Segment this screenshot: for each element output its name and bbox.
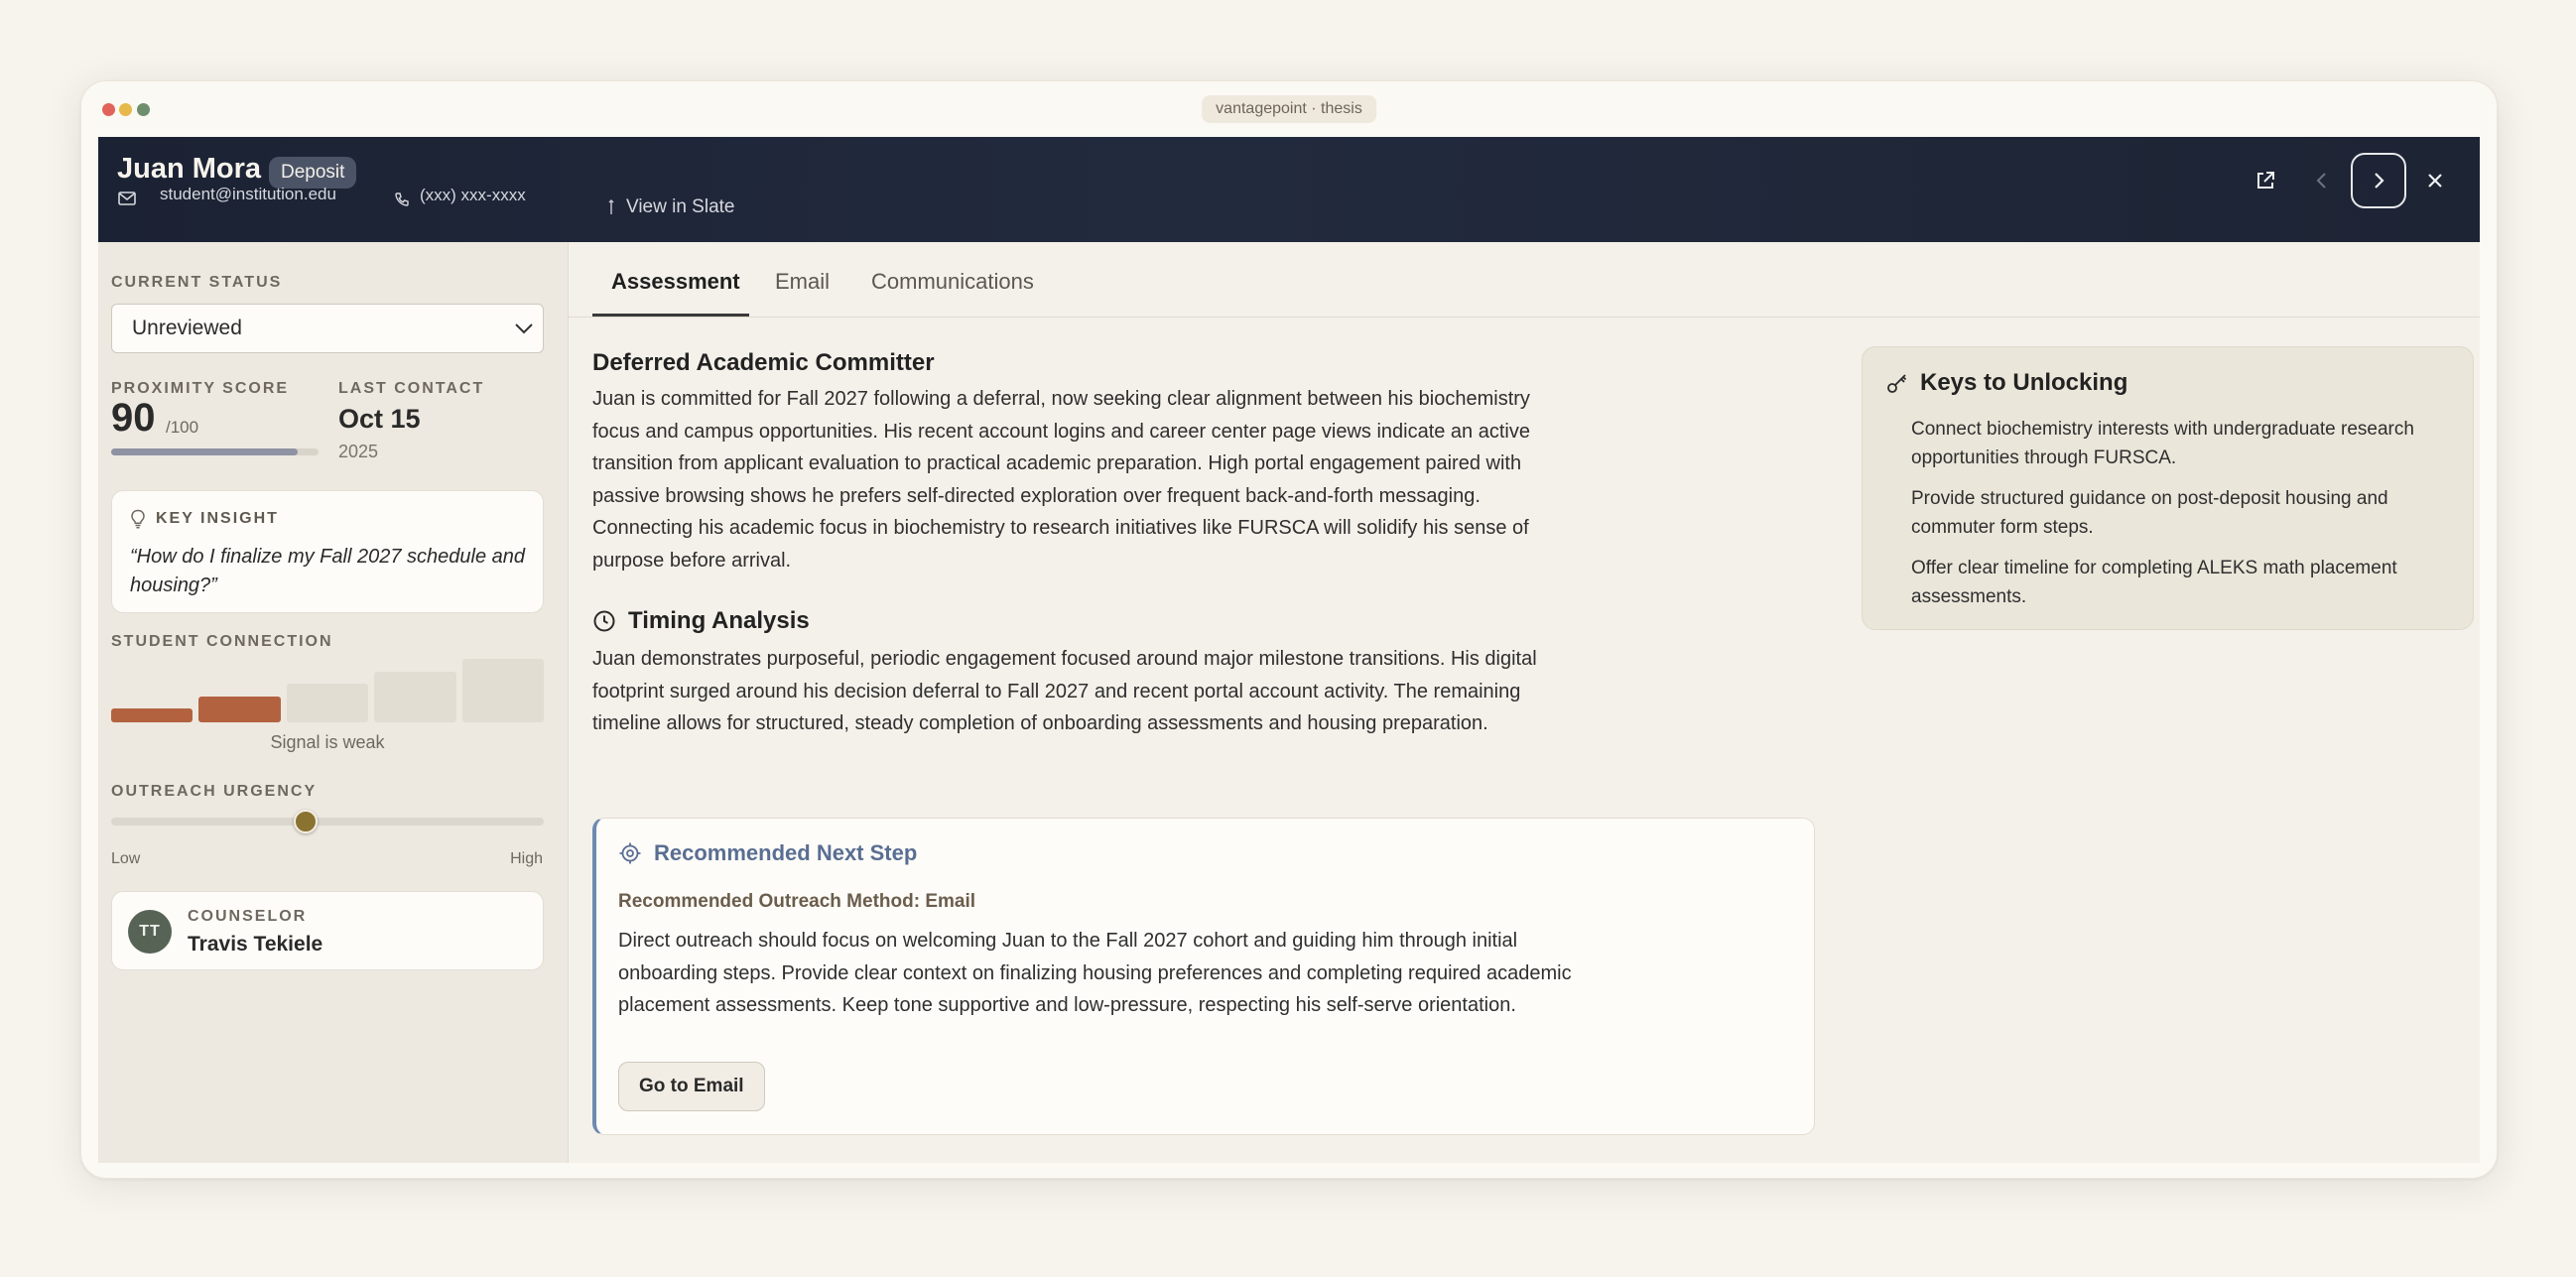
key-insight-quote: “How do I finalize my Fall 2027 schedule… <box>130 546 525 596</box>
outreach-urgency-thumb[interactable] <box>294 810 319 833</box>
active-tab-indicator <box>592 314 749 317</box>
tab-bar: Assessment Email Communications <box>569 242 2480 318</box>
key-icon <box>1887 374 1907 393</box>
main-content: Assessment Email Communications Deferred… <box>569 242 2480 1163</box>
keys-to-unlocking-card: Keys to Unlocking Connect biochemistry i… <box>1862 346 2474 630</box>
recommended-next-step-header: Recommended Next Step <box>618 840 917 866</box>
mail-icon <box>118 192 136 205</box>
connection-bar-4 <box>374 671 456 722</box>
urgency-high-label: High <box>510 850 543 867</box>
counselor-label: COUNSELOR <box>188 908 308 925</box>
recommended-outreach-method: Recommended Outreach Method: Email <box>618 891 976 912</box>
profile-title: Deferred Academic Committer <box>592 349 935 377</box>
key-insight-label: KEY INSIGHT <box>156 510 279 527</box>
export-button[interactable] <box>2238 153 2293 208</box>
export-icon <box>2257 172 2274 189</box>
close-button[interactable] <box>2407 153 2463 208</box>
link-icon <box>608 199 614 214</box>
title-bar: vantagepoint · thesis <box>81 81 2497 137</box>
status-select-value: Unreviewed <box>132 317 242 339</box>
phone-icon <box>395 192 409 206</box>
counselor-name: Travis Tekiele <box>188 933 323 956</box>
close-icon <box>2428 174 2442 188</box>
tab-assessment[interactable]: Assessment <box>611 269 740 295</box>
phone-text: (xxx) xxx-xxxx <box>420 186 526 204</box>
last-contact-label: LAST CONTACT <box>338 380 485 397</box>
email-text: student@institution.edu <box>160 185 336 203</box>
list-item: Offer clear timeline for completing ALEK… <box>1911 558 2397 607</box>
signal-strength-text: Signal is weak <box>270 732 385 752</box>
chevron-right-icon <box>2375 173 2384 189</box>
counselor-card: TT COUNSELOR Travis Tekiele <box>111 891 544 970</box>
target-icon <box>619 842 641 864</box>
counselor-avatar: TT <box>128 910 172 954</box>
profile-sidebar: CURRENT STATUS Unreviewed PROXIMITY SCOR… <box>98 242 569 1163</box>
window-zoom-dot[interactable] <box>137 103 150 116</box>
view-in-slate-link[interactable]: View in Slate <box>606 196 735 218</box>
window-minimize-dot[interactable] <box>119 103 132 116</box>
urgency-low-label: Low <box>111 850 141 867</box>
email-contact[interactable]: student@institution.edu <box>118 185 336 205</box>
last-contact-year: 2025 <box>338 442 379 461</box>
app-window: vantagepoint · thesis Juan Mora Deposit … <box>80 80 2498 1179</box>
chevron-left-icon <box>2316 173 2326 189</box>
chevron-down-icon <box>515 323 533 334</box>
connection-bar-1 <box>111 708 193 722</box>
connection-bar-3 <box>286 684 369 722</box>
timing-analysis-text: Juan demonstrates purposeful, periodic e… <box>592 648 1537 734</box>
recommendation-text: Direct outreach should focus on welcomin… <box>618 930 1572 1016</box>
student-name: Juan Mora <box>117 153 262 185</box>
profile-header: Juan Mora Deposit student@institution.ed… <box>98 137 2480 242</box>
next-button[interactable] <box>2351 153 2406 208</box>
status-select[interactable]: Unreviewed <box>111 304 544 353</box>
list-item: Connect biochemistry interests with unde… <box>1911 419 2414 468</box>
proximity-score-fill <box>111 448 299 455</box>
key-insight-header: KEY INSIGHT <box>130 509 279 529</box>
profile-title-text: Deferred Academic Committer <box>592 349 935 376</box>
slate-link-text: View in Slate <box>626 196 735 217</box>
window-title: vantagepoint · thesis <box>1202 95 1376 123</box>
phone-contact[interactable]: (xxx) xxx-xxxx <box>394 186 526 207</box>
outreach-urgency-label: OUTREACH URGENCY <box>111 783 318 800</box>
rec-title-text: Recommended Next Step <box>654 840 918 865</box>
student-connection-label: STUDENT CONNECTION <box>111 633 333 650</box>
window-close-dot[interactable] <box>102 103 115 116</box>
key-insight-card: KEY INSIGHT “How do I finalize my Fall 2… <box>111 490 544 613</box>
outreach-urgency-slider[interactable] <box>111 810 544 833</box>
connection-bar-5 <box>461 659 544 722</box>
keys-list: Connect biochemistry interests with unde… <box>1911 415 2452 623</box>
clock-icon <box>593 610 615 632</box>
lightbulb-icon <box>131 509 145 529</box>
proximity-score-value: 90 <box>111 396 156 440</box>
connection-bar-2 <box>198 696 281 722</box>
keys-title-text: Keys to Unlocking <box>1920 369 2128 396</box>
previous-button[interactable] <box>2294 153 2350 208</box>
student-connection-meter <box>111 659 544 722</box>
tab-communications[interactable]: Communications <box>871 269 1034 295</box>
profile-description: Juan is committed for Fall 2027 followin… <box>592 388 1530 572</box>
list-item: Provide structured guidance on post-depo… <box>1911 488 2388 538</box>
tab-email[interactable]: Email <box>775 269 830 295</box>
student-profile-panel: Juan Mora Deposit student@institution.ed… <box>98 137 2480 1163</box>
last-contact-date: Oct 15 <box>338 404 421 434</box>
proximity-score-bar <box>111 448 319 455</box>
proximity-score-max: /100 <box>166 418 199 437</box>
keys-to-unlocking-header: Keys to Unlocking <box>1886 369 2127 397</box>
recommended-next-step-card: Recommended Next Step Recommended Outrea… <box>592 818 1815 1135</box>
go-to-email-button[interactable]: Go to Email <box>618 1062 765 1111</box>
timing-title-text: Timing Analysis <box>628 607 810 634</box>
current-status-label: CURRENT STATUS <box>111 274 283 291</box>
timing-analysis-title: Timing Analysis <box>592 607 810 635</box>
